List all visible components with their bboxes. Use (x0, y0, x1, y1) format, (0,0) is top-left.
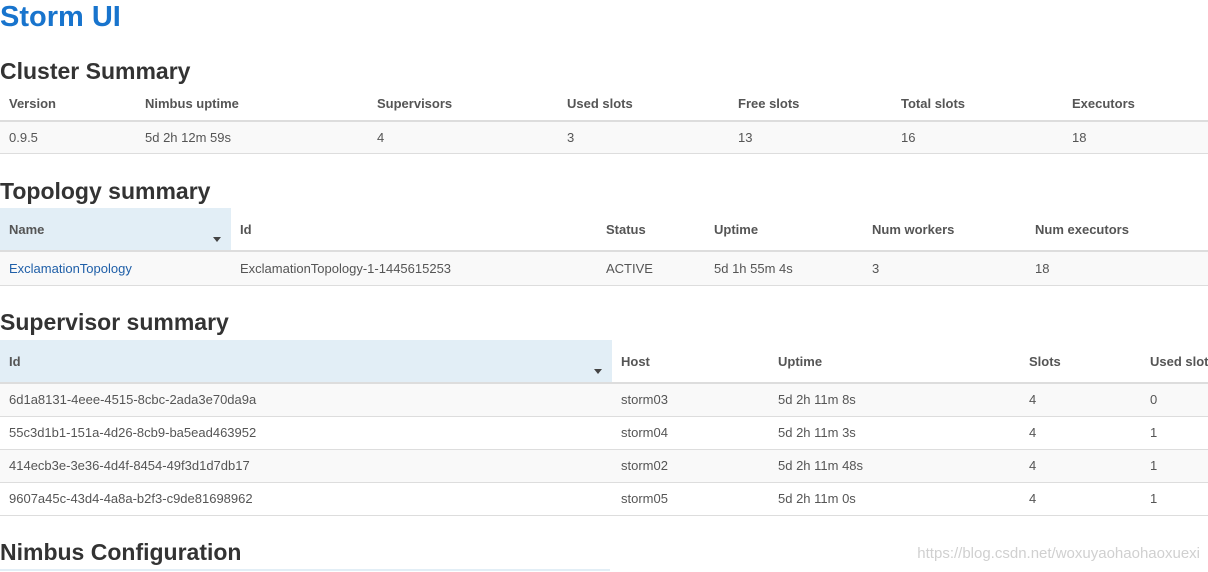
cell-used-slots: 1 (1141, 416, 1208, 450)
cell-uptime: 5d 2h 11m 0s (769, 482, 1020, 516)
col-header-supervisors[interactable]: Supervisors (368, 87, 558, 122)
cell-used-slots: 0 (1141, 383, 1208, 417)
cell-host: storm02 (612, 449, 769, 483)
cell-num-workers: 3 (863, 251, 1026, 286)
col-header-uptime[interactable]: Uptime (705, 208, 863, 252)
cell-slots: 4 (1020, 482, 1141, 516)
table-row: 6d1a8131-4eee-4515-8cbc-2ada3e70da9a sto… (0, 383, 1208, 417)
col-header-supervisor-id-label: Id (9, 353, 21, 369)
cell-uptime: 5d 2h 11m 48s (769, 449, 1020, 483)
cell-uptime: 5d 2h 11m 8s (769, 383, 1020, 417)
topology-summary-table: Name Id Status Uptime Num workers Num ex… (0, 208, 1208, 286)
cell-host: storm04 (612, 416, 769, 450)
cluster-summary-title: Cluster Summary (0, 58, 191, 84)
nimbus-configuration-title: Nimbus Configuration (0, 539, 242, 565)
cell-nimbus-uptime: 5d 2h 12m 59s (136, 121, 368, 154)
col-header-free-slots[interactable]: Free slots (729, 87, 892, 122)
cell-supervisor-id: 414ecb3e-3e36-4d4f-8454-49f3d1d7db17 (0, 449, 612, 483)
cell-topology-name: ExclamationTopology (0, 251, 231, 286)
col-header-executors[interactable]: Executors (1063, 87, 1208, 122)
cluster-summary-table: Version Nimbus uptime Supervisors Used s… (0, 87, 1208, 154)
cell-used-slots: 3 (558, 121, 729, 154)
col-header-num-workers[interactable]: Num workers (863, 208, 1026, 252)
cell-used-slots: 1 (1141, 449, 1208, 483)
table-row: 55c3d1b1-151a-4d26-8cb9-ba5ead463952 sto… (0, 416, 1208, 450)
col-header-version[interactable]: Version (0, 87, 136, 122)
table-row: 9607a45c-43d4-4a8a-b2f3-c9de81698962 sto… (0, 482, 1208, 516)
cell-topology-status: ACTIVE (597, 251, 705, 286)
col-header-id[interactable]: Id (231, 208, 597, 252)
cell-supervisor-id: 55c3d1b1-151a-4d26-8cb9-ba5ead463952 (0, 416, 612, 450)
col-header-status[interactable]: Status (597, 208, 705, 252)
cell-supervisors: 4 (368, 121, 558, 154)
cell-supervisor-id: 6d1a8131-4eee-4515-8cbc-2ada3e70da9a (0, 383, 612, 417)
col-header-nimbus-uptime[interactable]: Nimbus uptime (136, 87, 368, 122)
col-header-slots[interactable]: Slots (1020, 340, 1141, 384)
supervisor-summary-title: Supervisor summary (0, 309, 229, 335)
cell-topology-id: ExclamationTopology-1-1445615253 (231, 251, 597, 286)
cell-supervisor-id: 9607a45c-43d4-4a8a-b2f3-c9de81698962 (0, 482, 612, 516)
cell-host: storm05 (612, 482, 769, 516)
col-header-name[interactable]: Name (0, 208, 231, 252)
table-row: 0.9.5 5d 2h 12m 59s 4 3 13 16 18 (0, 121, 1208, 154)
col-header-total-slots[interactable]: Total slots (892, 87, 1063, 122)
cell-slots: 4 (1020, 416, 1141, 450)
cell-host: storm03 (612, 383, 769, 417)
cell-topology-uptime: 5d 1h 55m 4s (705, 251, 863, 286)
topology-name-link[interactable]: ExclamationTopology (9, 261, 132, 276)
col-header-supervisor-used-slots[interactable]: Used slots (1141, 340, 1208, 384)
col-header-host[interactable]: Host (612, 340, 769, 384)
col-header-supervisor-uptime[interactable]: Uptime (769, 340, 1020, 384)
app-title: Storm UI (0, 1, 121, 33)
col-header-supervisor-id[interactable]: Id (0, 340, 612, 384)
sort-desc-icon (213, 237, 221, 242)
col-header-num-executors[interactable]: Num executors (1026, 208, 1208, 252)
table-row: 414ecb3e-3e36-4d4f-8454-49f3d1d7db17 sto… (0, 449, 1208, 483)
cell-free-slots: 13 (729, 121, 892, 154)
cell-version: 0.9.5 (0, 121, 136, 154)
cell-slots: 4 (1020, 449, 1141, 483)
cell-total-slots: 16 (892, 121, 1063, 154)
cell-used-slots: 1 (1141, 482, 1208, 516)
supervisor-summary-table: Id Host Uptime Slots Used slots 6d1a8131… (0, 340, 1208, 516)
cell-slots: 4 (1020, 383, 1141, 417)
watermark-text: https://blog.csdn.net/woxuyaohaohaoxuexi (917, 545, 1200, 562)
table-row: ExclamationTopology ExclamationTopology-… (0, 251, 1208, 286)
col-header-used-slots[interactable]: Used slots (558, 87, 729, 122)
sort-desc-icon (594, 369, 602, 374)
cell-num-executors: 18 (1026, 251, 1208, 286)
nimbus-table-header-edge (0, 569, 610, 571)
cell-uptime: 5d 2h 11m 3s (769, 416, 1020, 450)
cell-executors: 18 (1063, 121, 1208, 154)
col-header-name-label: Name (9, 221, 45, 237)
topology-summary-title: Topology summary (0, 178, 211, 204)
